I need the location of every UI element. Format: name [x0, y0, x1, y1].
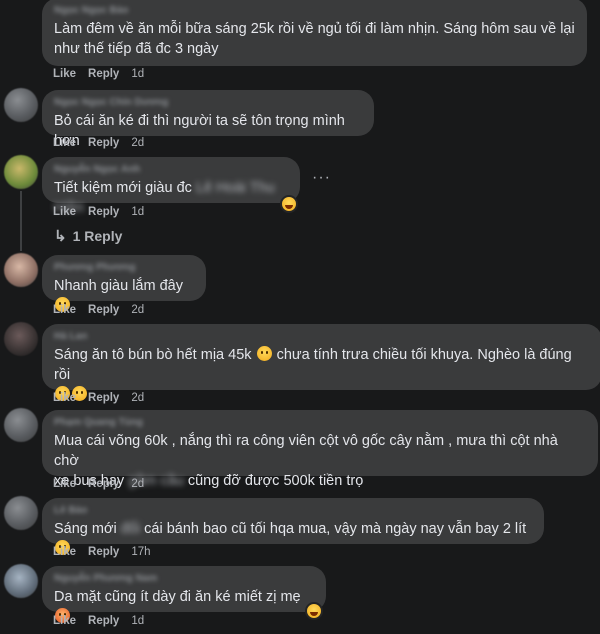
timestamp[interactable]: 1d: [131, 206, 144, 218]
reply-button[interactable]: Reply: [88, 206, 119, 218]
comment-author[interactable]: Hà Lan: [54, 331, 590, 343]
comment-author[interactable]: Phương Phương: [54, 262, 194, 274]
reaction-haha-icon[interactable]: [280, 195, 298, 213]
like-button[interactable]: Like: [53, 615, 76, 627]
comment-actions: Like Reply 17h: [53, 546, 151, 558]
thread-line: [20, 191, 22, 251]
timestamp[interactable]: 1d: [131, 615, 144, 627]
comment-bubble: Lê Bảo Sáng mới đổi cái bánh bao cũ tối …: [42, 498, 544, 555]
avatar[interactable]: [4, 253, 38, 287]
timestamp[interactable]: 2d: [131, 137, 144, 149]
reply-button[interactable]: Reply: [88, 615, 119, 627]
more-options-icon[interactable]: ···: [312, 169, 331, 187]
timestamp[interactable]: 17h: [131, 546, 150, 558]
like-button[interactable]: Like: [53, 478, 76, 490]
reply-button[interactable]: Reply: [88, 304, 119, 316]
timestamp[interactable]: 2d: [131, 304, 144, 316]
avatar[interactable]: [4, 496, 38, 530]
hidden-text: đổi: [120, 521, 141, 537]
comment-bubble: Ngọc Ngọc Bảo Làm đêm về ăn mỗi bữa sáng…: [42, 0, 587, 66]
comment-author[interactable]: Nguyễn Phương Nam: [54, 573, 314, 585]
comment-actions: Like Reply 2d: [53, 304, 144, 316]
reply-button[interactable]: Reply: [88, 137, 119, 149]
view-replies-link[interactable]: ↳ 1 Reply: [54, 227, 122, 245]
comment-bubble: Hà Lan Sáng ăn tô bún bò hết mịa 45k chư…: [42, 324, 600, 401]
comment-author[interactable]: Ngọc Ngọc Bảo: [54, 5, 575, 17]
avatar[interactable]: [4, 408, 38, 442]
comment-author[interactable]: Lê Bảo: [54, 505, 532, 517]
like-button[interactable]: Like: [53, 546, 76, 558]
avatar[interactable]: [4, 564, 38, 598]
comment-actions: Like Reply 1d: [53, 206, 144, 218]
reply-arrow-icon: ↳: [54, 228, 67, 245]
timestamp[interactable]: 1d: [131, 68, 144, 80]
comment-bubble: Ngọc Ngọc Chín Dương Bỏ cái ăn ké đi thì…: [42, 90, 374, 149]
comment-actions: Like Reply 2d: [53, 392, 144, 404]
reply-button[interactable]: Reply: [88, 392, 119, 404]
comment-actions: Like Reply 2d: [53, 478, 144, 490]
avatar[interactable]: [4, 88, 38, 122]
like-button[interactable]: Like: [53, 68, 76, 80]
comment-bubble: Nguyễn Ngọc Anh Tiết kiệm mới giàu đc Lê…: [42, 157, 300, 216]
reply-count: 1 Reply: [72, 228, 123, 244]
reply-button[interactable]: Reply: [88, 68, 119, 80]
comment-author[interactable]: Nguyễn Ngọc Anh: [54, 164, 288, 176]
reaction-haha-icon[interactable]: [305, 602, 323, 620]
comment-author[interactable]: Ngọc Ngọc Chín Dương: [54, 97, 362, 109]
comment-actions: Like Reply 2d: [53, 137, 144, 149]
timestamp[interactable]: 2d: [131, 478, 144, 490]
like-button[interactable]: Like: [53, 304, 76, 316]
comment-author[interactable]: Phạm Quang Tùng: [54, 417, 586, 429]
avatar[interactable]: [4, 322, 38, 356]
comment-bubble: Phạm Quang Tùng Mua cái võng 60k , nắng …: [42, 410, 598, 489]
reply-button[interactable]: Reply: [88, 478, 119, 490]
like-button[interactable]: Like: [53, 206, 76, 218]
comment-actions: Like Reply 1d: [53, 68, 144, 80]
like-button[interactable]: Like: [53, 137, 76, 149]
like-button[interactable]: Like: [53, 392, 76, 404]
comment-actions: Like Reply 1d: [53, 615, 144, 627]
comment-text: Làm đêm về ăn mỗi bữa sáng 25k rồi về ng…: [54, 21, 575, 57]
reply-button[interactable]: Reply: [88, 546, 119, 558]
timestamp[interactable]: 2d: [131, 392, 144, 404]
rofl-emoji-icon: [256, 346, 272, 361]
comment-bubble: Phương Phương Nhanh giàu lắm đây: [42, 255, 206, 312]
comment-bubble: Nguyễn Phương Nam Da mặt cũng ít dày đi …: [42, 566, 326, 623]
avatar[interactable]: [4, 155, 38, 189]
